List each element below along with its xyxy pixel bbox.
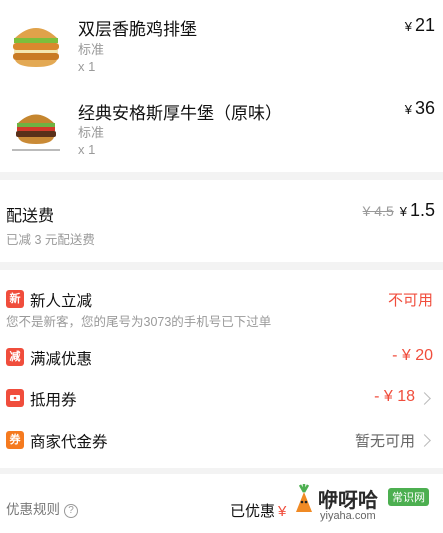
- discount-badge-icon: 减: [6, 348, 24, 366]
- discount-label: 满减优惠: [30, 351, 93, 368]
- coupon-ticket-icon: [6, 389, 24, 407]
- new-user-label: 新人立减: [30, 293, 93, 310]
- saved-amount: 已优惠 ¥: [230, 503, 287, 520]
- order-item: 经典安格斯厚牛堡（原味） 标准 x 1 ¥36: [0, 86, 443, 170]
- item-spec: 标准: [78, 42, 105, 57]
- carrot-mascot-icon: [296, 484, 312, 512]
- discount-value: - ¥ 20: [392, 347, 433, 364]
- new-user-status: 不可用: [387, 292, 433, 309]
- beef-burger-image: [6, 96, 66, 156]
- item-price: ¥21: [404, 15, 435, 35]
- new-user-note: 您不是新客，您的尾号为3073的手机号已下过单: [6, 315, 272, 329]
- merchant-voucher-status: 暂无可用: [354, 433, 415, 450]
- delivery-fee-price: ¥ 4.5 ¥1.5: [362, 200, 435, 220]
- chevron-right-icon: [418, 434, 431, 447]
- item-quantity: x 1: [78, 142, 96, 157]
- discount-rules-link[interactable]: 优惠规则?: [6, 498, 78, 518]
- coupon-label: 抵用券: [30, 392, 77, 409]
- item-price: ¥36: [404, 98, 435, 118]
- item-quantity: x 1: [78, 59, 96, 74]
- delivery-fee-original: ¥ 4.5: [362, 203, 394, 219]
- coupon-value: - ¥ 18: [374, 388, 415, 405]
- watermark-tag: 常识网: [388, 488, 429, 506]
- section-divider: [0, 262, 443, 270]
- delivery-fee-label: 配送费: [6, 208, 55, 225]
- watermark-site: yiyaha.com: [320, 510, 376, 522]
- watermark-brand: 咿呀哈: [318, 490, 378, 512]
- new-user-badge-icon: 新: [6, 290, 24, 308]
- help-icon: ?: [64, 504, 78, 518]
- section-divider: [0, 172, 443, 180]
- section-divider: [0, 468, 443, 474]
- site-watermark: 咿呀哈 常识网 yiyaha.com: [290, 480, 440, 530]
- item-spec: 标准: [78, 125, 105, 140]
- voucher-badge-icon: 券: [6, 431, 24, 449]
- chevron-right-icon: [418, 392, 431, 405]
- chicken-burger-image: [6, 12, 66, 72]
- item-name: 双层香脆鸡排堡: [78, 20, 197, 39]
- delivery-fee-note: 已减 3 元配送费: [6, 233, 95, 247]
- item-name: 经典安格斯厚牛堡（原味）: [78, 104, 282, 123]
- order-item: 双层香脆鸡排堡 标准 x 1 ¥21: [0, 0, 443, 86]
- merchant-voucher-label: 商家代金券: [30, 434, 108, 451]
